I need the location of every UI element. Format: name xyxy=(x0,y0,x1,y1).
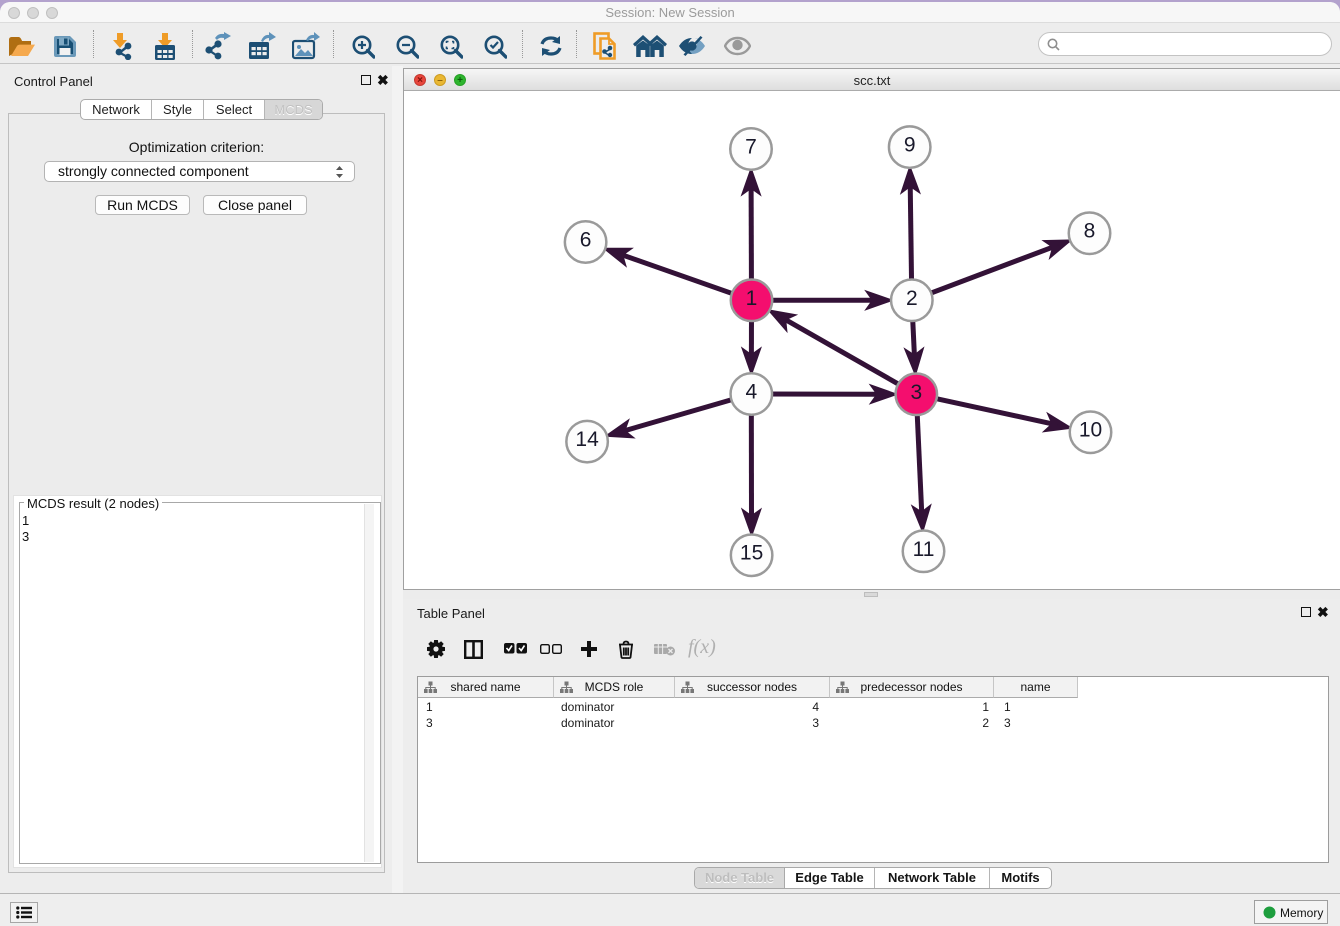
svg-text:1: 1 xyxy=(746,287,758,310)
svg-text:3: 3 xyxy=(910,381,922,404)
svg-text:15: 15 xyxy=(740,542,763,565)
svg-text:6: 6 xyxy=(580,229,592,252)
svg-text:8: 8 xyxy=(1084,220,1096,243)
svg-text:4: 4 xyxy=(745,381,757,404)
svg-text:14: 14 xyxy=(575,428,599,451)
svg-text:9: 9 xyxy=(904,134,916,157)
svg-text:7: 7 xyxy=(745,136,757,159)
svg-text:10: 10 xyxy=(1079,419,1102,442)
svg-text:11: 11 xyxy=(913,538,935,561)
svg-text:2: 2 xyxy=(906,287,918,310)
